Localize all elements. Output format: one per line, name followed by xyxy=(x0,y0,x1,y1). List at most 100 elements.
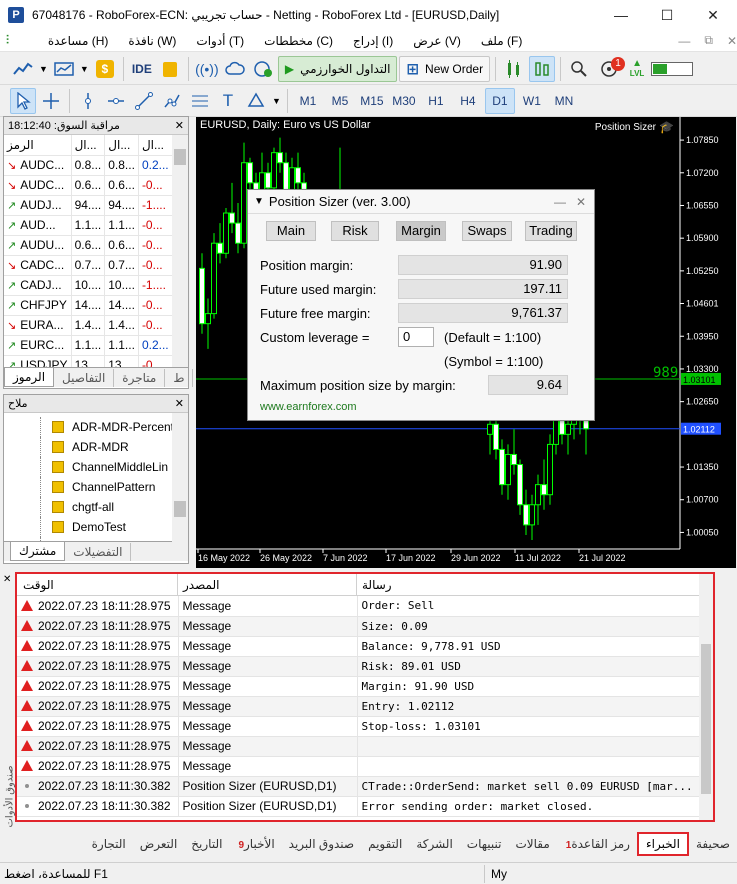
market-watch-row[interactable]: ↗ AUDJ... 94.... 94.... -1.... xyxy=(4,195,188,216)
tab-ticks[interactable]: ط xyxy=(165,369,194,387)
mw-symbol-cell[interactable]: ↗ USDJPY xyxy=(4,355,72,367)
market-watch-row[interactable]: ↘ EURA... 1.4... 1.4... -0... xyxy=(4,315,188,336)
collapse-icon[interactable]: ▼ xyxy=(254,196,264,207)
toolbox-tab[interactable]: صحيفة xyxy=(689,834,737,854)
dialog-minimize-icon[interactable]: — xyxy=(554,195,566,209)
mw-symbol-cell[interactable]: ↗ AUDU... xyxy=(4,235,72,256)
market-watch-row[interactable]: ↘ AUDC... 0.8... 0.8... 0.2... xyxy=(4,155,188,176)
menu-view[interactable]: عرض (V) xyxy=(403,34,471,48)
mw-symbol-cell[interactable]: ↗ CHFJPY xyxy=(4,295,72,316)
ps-tab-margin[interactable]: Margin xyxy=(396,221,446,241)
minimize-button[interactable]: — xyxy=(598,0,644,30)
crosshair-icon[interactable] xyxy=(38,88,64,114)
ps-tab-main[interactable]: Main xyxy=(266,221,316,241)
timeframe-w1[interactable]: W1 xyxy=(517,88,547,114)
market-watch-close-icon[interactable]: ✕ xyxy=(175,119,184,132)
journal-row[interactable]: 2022.07.23 18:11:28.975 Message Order: Sel… xyxy=(17,596,713,617)
navigator-item[interactable]: ADR-MDR xyxy=(4,437,188,457)
signal-icon[interactable]: ((•)) xyxy=(194,56,220,82)
timeframe-h4[interactable]: H4 xyxy=(453,88,483,114)
col-source[interactable]: المصدر xyxy=(178,574,357,595)
close-button[interactable]: ✕ xyxy=(690,0,736,30)
navigator-item[interactable]: ChannelPattern xyxy=(4,477,188,497)
market-watch-row[interactable]: ↘ CADC... 0.7... 0.7... -0... xyxy=(4,255,188,276)
new-order-button[interactable]: ⊞ New Order xyxy=(399,55,491,82)
timeframe-m1[interactable]: M1 xyxy=(293,88,323,114)
toolbox-tab[interactable]: الشركة xyxy=(409,834,459,854)
timeframe-d1[interactable]: D1 xyxy=(484,87,515,114)
navigator-close-icon[interactable]: ✕ xyxy=(175,397,184,410)
timeframe-mn[interactable]: MN xyxy=(549,88,579,114)
maximize-button[interactable]: ☐ xyxy=(644,0,690,30)
tab-details[interactable]: التفاصيل xyxy=(54,369,115,387)
mw-symbol-cell[interactable]: ↘ EURA... xyxy=(4,315,72,336)
navigator-item[interactable]: ADR-MDR-Percent xyxy=(4,417,188,437)
ps-tab-trading[interactable]: Trading xyxy=(525,221,577,241)
menu-help[interactable]: مساعدة (H) xyxy=(38,34,119,48)
vertical-line-icon[interactable] xyxy=(75,88,101,114)
menu-close-icon[interactable]: ✕ xyxy=(727,34,737,48)
mw-symbol-cell[interactable]: ↘ CADC... xyxy=(4,255,72,276)
new-chart-icon[interactable] xyxy=(10,56,36,82)
market-watch-row[interactable]: ↗ AUD... 1.1... 1.1... -0... xyxy=(4,215,188,236)
chart-dropdown-icon[interactable]: ▼ xyxy=(38,56,49,82)
col-message[interactable]: رسالة xyxy=(357,574,713,595)
ide-button[interactable]: IDE xyxy=(129,56,155,82)
menu-insert[interactable]: إدراج (I) xyxy=(343,34,403,48)
toolbox-tab[interactable]: تنبيهات xyxy=(460,834,509,854)
mw-col-symbol[interactable]: الرمز xyxy=(4,135,72,156)
mw-symbol-cell[interactable]: ↘ AUDC... xyxy=(4,175,72,196)
timeframe-m15[interactable]: M15 xyxy=(357,88,387,114)
navigator-item[interactable]: chgtf-all xyxy=(4,497,188,517)
journal-row[interactable]: 2022.07.23 18:11:28.975 Message Size: 0.09 xyxy=(17,616,713,637)
dialog-titlebar[interactable]: ▼ Position Sizer (ver. 3.00) — ✕ xyxy=(248,190,594,214)
mw-col-bid[interactable]: ال... xyxy=(71,135,106,156)
text-tool-icon[interactable]: T xyxy=(215,88,241,114)
fibonacci-icon[interactable] xyxy=(187,88,213,114)
mw-symbol-cell[interactable]: ↗ CADJ... xyxy=(4,275,72,296)
mw-symbol-cell[interactable]: ↗ AUD... xyxy=(4,215,72,236)
journal-row[interactable]: 2022.07.23 18:11:28.975 Message Margin: 91… xyxy=(17,676,713,697)
journal-row[interactable]: 2022.07.23 18:11:30.382 Position Sizer (E… xyxy=(17,776,713,797)
market-watch-row[interactable]: ↘ AUDC... 0.6... 0.6... -0... xyxy=(4,175,188,196)
tab-trading[interactable]: متاجرة xyxy=(114,369,166,387)
status-profile[interactable]: My xyxy=(491,867,507,881)
cloud-icon[interactable] xyxy=(222,56,248,82)
shapes-dropdown-icon[interactable]: ▼ xyxy=(271,88,282,114)
toolbox-tab[interactable]: صندوق البريد xyxy=(282,834,361,854)
toolbox-close-icon[interactable]: ✕ xyxy=(3,574,11,585)
market-watch-row[interactable]: ↗ EURC... 1.1... 1.1... 0.2... xyxy=(4,335,188,356)
toolbox-tab[interactable]: التاريخ xyxy=(184,834,229,854)
journal-row[interactable]: 2022.07.23 18:11:28.975 Message Stop-loss:… xyxy=(17,716,713,737)
search-icon[interactable] xyxy=(566,56,592,82)
journal-row[interactable]: 2022.07.23 18:11:28.975 Message Risk: 89.0… xyxy=(17,656,713,677)
dialog-close-icon[interactable]: ✕ xyxy=(576,195,586,209)
toolbox-tab[interactable]: الأخبار9 xyxy=(229,834,281,854)
mw-symbol-cell[interactable]: ↗ EURC... xyxy=(4,335,72,356)
one-click-trading-icon[interactable] xyxy=(529,55,556,82)
level-icon[interactable]: ▲ LVL xyxy=(626,56,648,82)
channel-icon[interactable] xyxy=(159,88,185,114)
tab-favorites[interactable]: التفضيلات xyxy=(65,543,132,561)
vps-icon[interactable] xyxy=(250,56,276,82)
journal-scrollbar[interactable] xyxy=(699,574,713,820)
journal-row[interactable]: 2022.07.23 18:11:28.975 Message xyxy=(17,756,713,777)
templates-icon[interactable] xyxy=(51,56,77,82)
navigator-scrollbar[interactable] xyxy=(172,413,188,543)
toolbox-tab[interactable]: الخبراء xyxy=(636,832,689,856)
market-watch-row[interactable]: ↗ USDJPY 13... 13... -0... xyxy=(4,355,188,367)
market-watch-row[interactable]: ↗ AUDU... 0.6... 0.6... -0... xyxy=(4,235,188,256)
ps-tab-risk[interactable]: Risk xyxy=(331,221,379,241)
cursor-tool-icon[interactable] xyxy=(10,87,36,114)
journal-row[interactable]: 2022.07.23 18:11:28.975 Message Balance: 9… xyxy=(17,636,713,657)
tab-symbols[interactable]: الرموز xyxy=(4,368,55,387)
horizontal-line-icon[interactable] xyxy=(103,88,129,114)
custom-leverage-input[interactable]: 0 xyxy=(398,327,434,347)
mw-col-ask[interactable]: ال... xyxy=(104,135,139,156)
navigator-item[interactable]: DrawLines xyxy=(4,537,188,541)
menu-tools[interactable]: أدوات (T) xyxy=(186,34,254,48)
notifications-icon[interactable]: 1 xyxy=(594,56,626,82)
toolbox-tab[interactable]: التقويم xyxy=(361,834,409,854)
toolbox-tab[interactable]: مقالات xyxy=(508,834,556,854)
col-time[interactable]: الوقت xyxy=(17,574,178,595)
